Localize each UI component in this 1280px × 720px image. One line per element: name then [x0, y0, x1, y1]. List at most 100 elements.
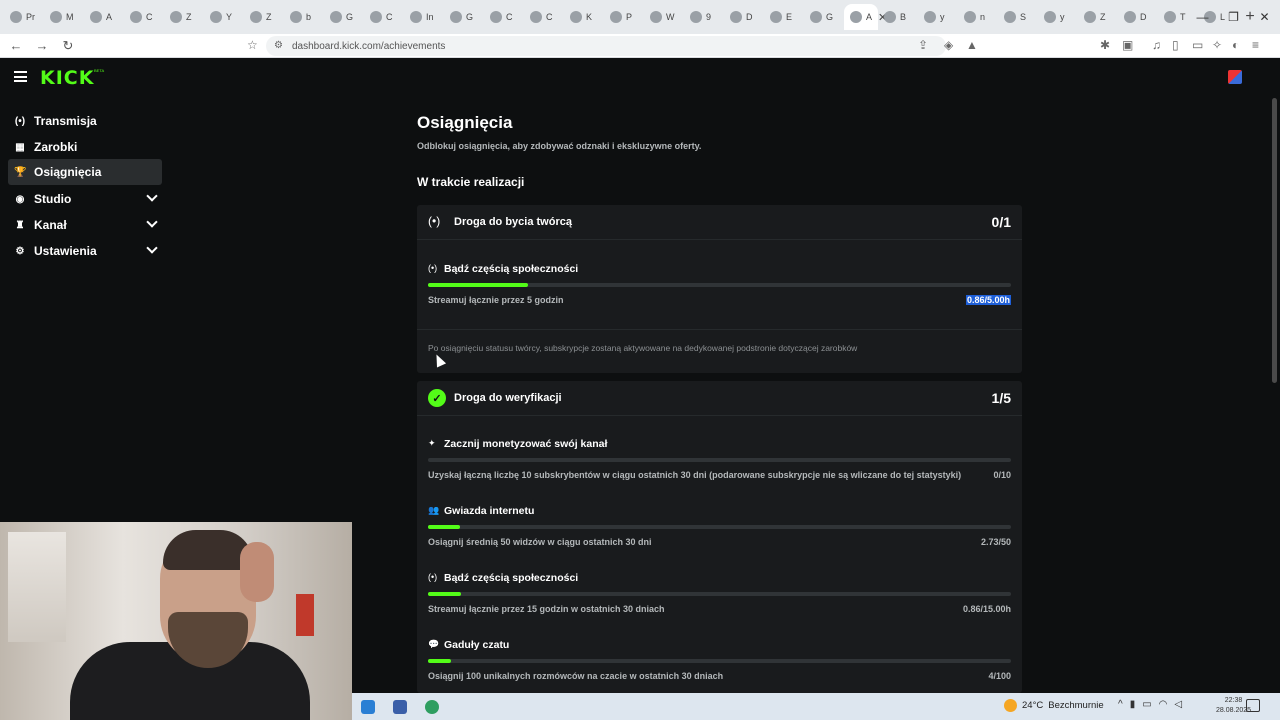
chevron-down-icon[interactable]	[146, 216, 158, 228]
browser-tab[interactable]: G	[324, 4, 364, 30]
progress-fill	[428, 525, 460, 529]
browser-tab[interactable]: A ✕	[844, 4, 887, 30]
browser-tab[interactable]: E	[764, 4, 804, 30]
site-info-icon[interactable]: ⚙	[274, 40, 283, 51]
browser-tab[interactable]: C	[484, 4, 524, 30]
hamburger-menu-icon[interactable]	[14, 71, 27, 82]
browser-tab[interactable]: C	[124, 4, 164, 30]
volume-icon[interactable]: ◁	[1174, 699, 1182, 710]
progress-bar	[428, 592, 1011, 596]
tab-favicon-icon	[884, 11, 896, 23]
browser-tab[interactable]: b	[284, 4, 324, 30]
brave-shield-icon[interactable]: ◈	[944, 38, 953, 52]
browser-tab[interactable]: C	[364, 4, 404, 30]
reload-icon[interactable]: ↻	[58, 38, 78, 54]
browser-tab-bar: Pr M A C Z Y Zb G C In G C C K P W 9 D E G A ✕ By n Sy Z D T L +	[0, 0, 1280, 34]
menu-icon[interactable]: ≡	[1252, 38, 1259, 52]
browser-tab[interactable]: P	[604, 4, 644, 30]
browser-tab[interactable]: B	[878, 4, 918, 30]
wifi-icon[interactable]: ◠	[1159, 699, 1168, 710]
progress-bar	[428, 283, 1011, 287]
browser-tab[interactable]: S	[998, 4, 1038, 30]
sidebar-item-transmisja[interactable]: (•) Transmisja	[8, 108, 162, 134]
chevron-down-icon[interactable]	[146, 242, 158, 254]
music-icon[interactable]: ♫	[1152, 38, 1161, 52]
browser-tab[interactable]: D	[1118, 4, 1158, 30]
tab-favicon-icon	[1164, 11, 1176, 23]
browser-tab[interactable]: A	[84, 4, 124, 30]
chevron-down-icon[interactable]	[146, 190, 158, 202]
close-window-icon[interactable]: ✕	[1249, 0, 1280, 34]
temperature: 24°C	[1022, 700, 1044, 711]
microphone-icon[interactable]: ▮	[1130, 699, 1136, 710]
browser-tab[interactable]: In	[404, 4, 444, 30]
browser-tab[interactable]: C	[524, 4, 564, 30]
avatar[interactable]	[1228, 70, 1242, 84]
progress-fill	[428, 659, 452, 663]
vpn-icon[interactable]: ◐	[1232, 38, 1239, 52]
browser-tab[interactable]: M	[44, 4, 84, 30]
browser-tab[interactable]: n	[958, 4, 998, 30]
weather-widget[interactable]: 24°C Bezchmurnie	[1004, 699, 1104, 712]
bookmark-icon[interactable]: ☆	[247, 38, 258, 52]
screenshot-icon[interactable]: ▣	[1122, 38, 1133, 52]
progress-fill	[428, 283, 529, 287]
tab-label: G	[466, 12, 474, 22]
browser-tab[interactable]: 9	[684, 4, 724, 30]
rewards-icon[interactable]: ▲	[966, 38, 978, 52]
tab-label: C	[546, 12, 553, 22]
sidebar-item-ustawienia[interactable]: ⚙ Ustawienia	[8, 238, 162, 264]
wallet-icon[interactable]: ▭	[1192, 38, 1203, 52]
powershell-taskbar-icon[interactable]	[384, 693, 416, 720]
browser-tab[interactable]: y	[918, 4, 958, 30]
kick-logo[interactable]: KICK	[40, 67, 94, 89]
tab-favicon-icon	[650, 11, 662, 23]
sidebar-item-studio[interactable]: ◉ Studio	[8, 186, 162, 212]
restore-icon[interactable]: ❐	[1218, 0, 1249, 34]
back-icon[interactable]: ←	[6, 38, 26, 53]
achievement-title: Bądź częścią społeczności	[444, 263, 579, 275]
browser-tab[interactable]: G	[444, 4, 484, 30]
tab-label: C	[506, 12, 513, 22]
chevron-up-icon[interactable]: ^	[1118, 699, 1123, 710]
obs-taskbar-icon[interactable]	[416, 693, 448, 720]
scrollbar[interactable]	[1270, 58, 1280, 693]
extensions-icon[interactable]: ✱	[1100, 38, 1110, 52]
tab-label: B	[900, 12, 907, 22]
broadcast-icon: (•)	[428, 214, 441, 228]
tab-label: y	[1060, 12, 1065, 22]
browser-tab[interactable]: Z	[164, 4, 204, 30]
battery-icon[interactable]: ▭	[1142, 699, 1151, 710]
browser-tab[interactable]: W	[644, 4, 684, 30]
minimize-icon[interactable]: —	[1187, 0, 1218, 34]
sidebar-item-kanal[interactable]: ♜ Kanał	[8, 212, 162, 238]
sparkle-icon: ✦	[428, 438, 436, 448]
browser-tab[interactable]: y	[1038, 4, 1078, 30]
forward-icon[interactable]: →	[32, 38, 52, 53]
share-icon[interactable]: ⇪	[918, 38, 928, 52]
tab-favicon-icon	[90, 11, 102, 23]
browser-tab[interactable]: Z	[1078, 4, 1118, 30]
browser-tab[interactable]: K	[564, 4, 604, 30]
browser-tab[interactable]: G	[804, 4, 844, 30]
sidebar-item-osiagniecia[interactable]: 🏆 Osiągnięcia	[8, 159, 162, 185]
sidebar-item-label: Ustawienia	[34, 244, 97, 258]
trophy-icon: 🏆	[14, 166, 27, 178]
achievement-description: Streamuj łącznie przez 15 godzin w ostat…	[428, 604, 665, 614]
browser-tab[interactable]: Pr	[4, 4, 44, 30]
scrollbar-thumb[interactable]	[1272, 98, 1277, 383]
browser-tab[interactable]: Y	[204, 4, 244, 30]
vscode-taskbar-icon[interactable]	[352, 693, 384, 720]
notification-icon[interactable]	[1246, 699, 1260, 712]
sidebar-toggle-icon[interactable]: ▯	[1172, 38, 1179, 52]
sidebar-item-zarobki[interactable]: ▦ Zarobki	[8, 134, 162, 160]
achievement-title: Gaduły czatu	[444, 639, 510, 651]
tab-favicon-icon	[1004, 11, 1016, 23]
browser-tab[interactable]: D	[724, 4, 764, 30]
ai-icon[interactable]: ✧	[1212, 38, 1222, 52]
url-input[interactable]: ⚙ dashboard.kick.com/achievements	[266, 36, 946, 56]
achievement-value: 4/100	[988, 671, 1011, 681]
tab-label: Z	[186, 12, 192, 22]
tab-label: K	[586, 12, 593, 22]
browser-tab[interactable]: Z	[244, 4, 284, 30]
